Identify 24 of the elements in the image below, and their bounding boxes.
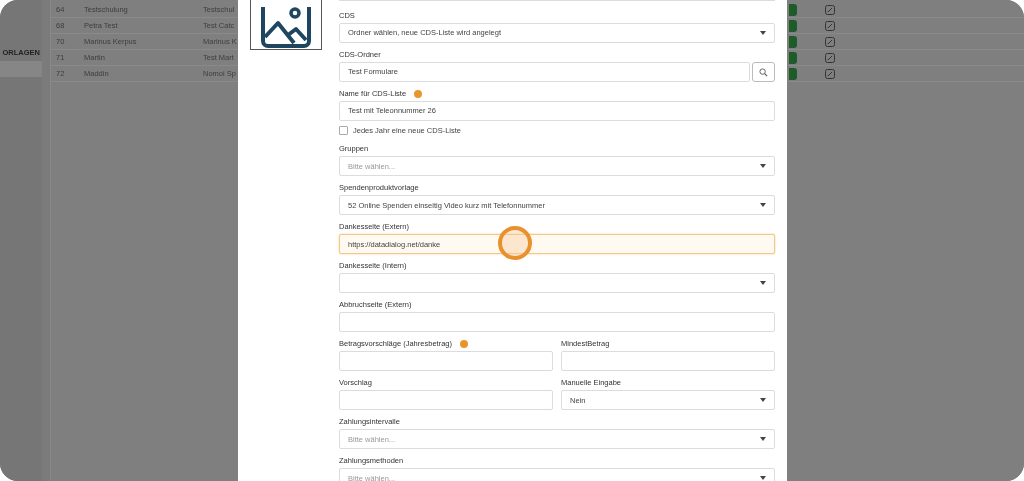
caret-icon (760, 31, 766, 35)
cursor-highlight (498, 226, 532, 260)
image-icon (260, 7, 312, 49)
search-icon (759, 67, 768, 77)
edit-icon[interactable] (825, 52, 835, 63)
select-field[interactable] (339, 273, 775, 294)
caret-icon (760, 281, 766, 286)
search-button[interactable] (752, 62, 775, 82)
input-field[interactable] (339, 312, 775, 333)
input-field[interactable] (339, 351, 553, 372)
caret-icon (760, 437, 766, 442)
caret-icon (760, 203, 766, 208)
info-icon (460, 340, 468, 349)
caret-icon (760, 476, 766, 481)
edit-icon[interactable] (825, 4, 835, 15)
checkbox[interactable] (339, 126, 348, 136)
caret-icon (760, 398, 766, 403)
info-icon (414, 90, 423, 98)
input-field[interactable] (339, 390, 553, 411)
edit-icon[interactable] (825, 36, 835, 47)
edit-icon[interactable] (825, 20, 835, 31)
caret-icon (760, 164, 766, 169)
input-field[interactable] (561, 351, 775, 372)
edit-icon[interactable] (825, 68, 835, 79)
